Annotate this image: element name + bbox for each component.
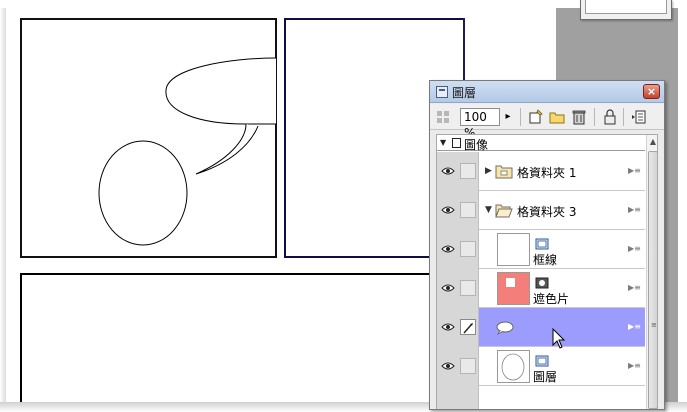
layer-thumbnail [497, 233, 530, 266]
raster-layer-icon [535, 352, 549, 367]
new-folder-icon[interactable] [548, 108, 566, 126]
eye-icon[interactable] [441, 361, 455, 371]
layer-gutter [437, 308, 479, 347]
new-layer-icon[interactable] [527, 108, 545, 126]
scroll-thumb[interactable]: ≡ [648, 151, 657, 409]
layer-gutter [437, 269, 479, 308]
layer-property-icon[interactable]: ▶≡ [628, 361, 641, 371]
layer-thumbnail [497, 272, 530, 305]
palette-toolbar: 100 % ▸ [430, 104, 664, 140]
layer-list[interactable]: ▼ 圖像 ▶ 格資料夾 1 ▶≡ ▼ 格資料夾 3 ▶≡ 框線 ▶≡ 遮色片 ▶… [436, 134, 658, 409]
collapse-triangle-icon[interactable]: ▼ [485, 205, 492, 215]
layer-name: 遮色片 [533, 292, 570, 306]
layer-gutter [437, 347, 479, 386]
layer-name: 格資料夾 3 [517, 205, 577, 219]
layer-property-icon[interactable]: ▶≡ [628, 322, 641, 332]
palette-title: 圖層 [452, 86, 477, 100]
layer-lock-checkbox[interactable] [460, 280, 476, 296]
opacity-field[interactable]: 100 % [460, 108, 500, 140]
layer-row[interactable]: ▼ 格資料夾 3 ▶≡ [437, 191, 645, 230]
app-stage: 圖層 × 100 % ▸ ▼ 圖像 ▶ 格資料夾 1 ▶≡ ▼ 格資料夾 3 ▶… [0, 0, 687, 412]
speech-balloon [165, 57, 277, 125]
layer-gutter [437, 230, 479, 269]
layer-property-icon[interactable]: ▶≡ [628, 244, 641, 254]
eye-icon[interactable] [441, 244, 455, 254]
layer-row[interactable] [437, 386, 645, 409]
eye-icon[interactable] [441, 322, 455, 332]
grid-icon[interactable] [434, 108, 452, 126]
root-layer-row[interactable]: ▼ 圖像 [437, 135, 645, 152]
toolbar-divider [520, 108, 521, 126]
layer-gutter [437, 191, 479, 230]
scrollbar[interactable]: ▲ ≡ [646, 135, 657, 409]
eye-icon[interactable] [441, 205, 455, 215]
frame-border-icon [535, 235, 549, 250]
eye-icon[interactable] [441, 166, 455, 176]
layer-name: 格資料夾 1 [517, 166, 577, 180]
layer-row-selected[interactable]: ▶≡ [437, 308, 645, 347]
layer-gutter [437, 152, 479, 191]
toolbar-divider [594, 108, 595, 126]
layer-row[interactable]: 框線 ▶≡ [437, 230, 645, 269]
balloon-layer-icon [495, 320, 515, 336]
mouse-cursor-icon [552, 328, 566, 349]
folder-closed-icon [495, 163, 513, 179]
layers-icon [436, 86, 448, 98]
document-icon [452, 138, 461, 148]
scroll-up-arrow-icon[interactable]: ▲ [648, 137, 657, 147]
layer-gutter [437, 386, 479, 409]
layer-lock-checkbox[interactable] [460, 163, 476, 179]
layer-property-icon[interactable]: ▶≡ [628, 283, 641, 293]
toolbar-divider [623, 108, 624, 126]
scroll-grip-icon: ≡ [651, 321, 657, 329]
layer-palette: 圖層 × 100 % ▸ ▼ 圖像 ▶ 格資料夾 1 ▶≡ ▼ 格資料夾 3 ▶… [429, 80, 665, 410]
layer-lock-checkbox[interactable] [460, 202, 476, 218]
layer-row[interactable]: ▶ 格資料夾 1 ▶≡ [437, 152, 645, 191]
layer-name: 圖層 [533, 370, 558, 384]
layer-lock-checkbox[interactable] [460, 241, 476, 257]
layer-property-icon[interactable]: ▶≡ [628, 166, 641, 176]
opacity-arrow-button[interactable]: ▸ [502, 108, 514, 126]
folder-open-icon [495, 202, 513, 218]
layer-thumbnail [497, 350, 530, 383]
trash-icon[interactable] [570, 108, 588, 126]
expand-triangle-icon[interactable]: ▶ [485, 166, 492, 176]
layer-name: 框線 [533, 253, 558, 267]
layer-row[interactable]: 遮色片 ▶≡ [437, 269, 645, 308]
eye-icon[interactable] [441, 283, 455, 293]
collapse-triangle-icon[interactable]: ▼ [440, 138, 446, 147]
layer-property-icon[interactable]: ▶≡ [628, 205, 641, 215]
palette-titlebar[interactable]: 圖層 × [430, 81, 664, 103]
mask-layer-icon [535, 274, 549, 289]
edit-pen-icon[interactable] [460, 319, 476, 335]
root-layer-label: 圖像 [464, 138, 489, 152]
lock-icon[interactable] [601, 108, 619, 126]
ellipse-shape [98, 140, 188, 246]
palette-menu-icon[interactable] [630, 108, 648, 126]
layer-row[interactable]: 圖層 ▶≡ [437, 347, 645, 386]
balloon-tail [195, 123, 259, 175]
layer-lock-checkbox[interactable] [460, 358, 476, 374]
close-button[interactable]: × [643, 84, 660, 99]
